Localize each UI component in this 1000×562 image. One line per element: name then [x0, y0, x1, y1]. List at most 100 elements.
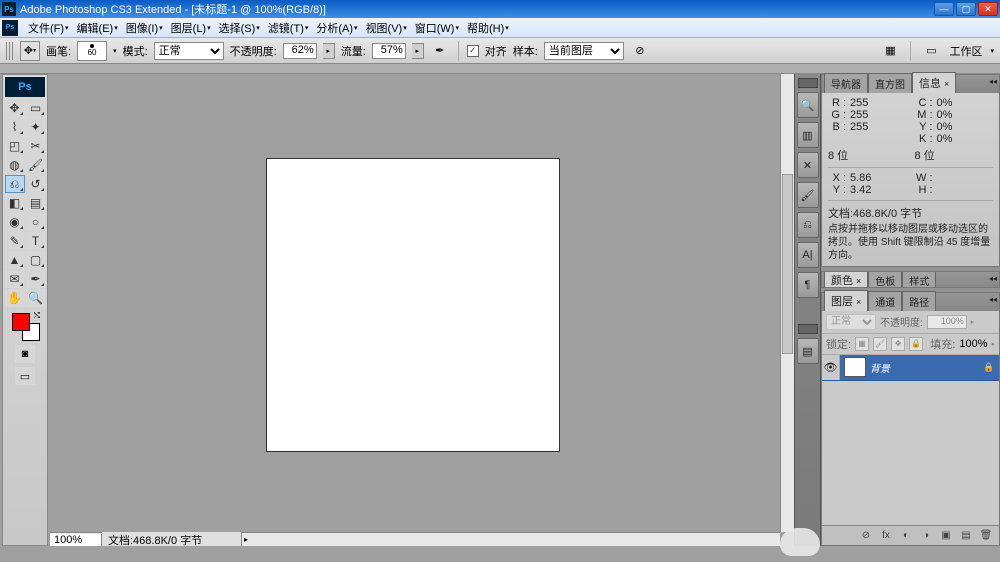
history-brush-tool[interactable]: ↺: [26, 175, 46, 193]
crop-tool[interactable]: ◰: [5, 137, 25, 155]
menu-edit[interactable]: 编辑(E)▾: [73, 18, 122, 38]
bridge-icon[interactable]: ▦: [880, 41, 900, 61]
adjustment-layer-icon[interactable]: ◑: [919, 528, 933, 542]
blur-tool[interactable]: ◉: [5, 213, 25, 231]
color-tab[interactable]: 颜色×: [824, 271, 868, 288]
status-menu-icon[interactable]: ▸: [242, 535, 250, 544]
dock-collapse-toggle[interactable]: [798, 78, 818, 88]
menu-select[interactable]: 选择(S)▾: [215, 18, 264, 38]
paths-tab[interactable]: 路径: [902, 291, 936, 311]
hand-tool[interactable]: ✋: [5, 289, 25, 307]
brush-tool[interactable]: 🖌: [26, 156, 46, 174]
type-tool[interactable]: T: [26, 232, 46, 250]
magic-wand-tool[interactable]: ✦: [26, 118, 46, 136]
brushes-mini-icon[interactable]: 🖌: [797, 182, 819, 208]
clone-source-mini-icon[interactable]: ⎌: [797, 212, 819, 238]
ignore-adjustment-icon[interactable]: ⊘: [630, 41, 650, 61]
menu-view[interactable]: 视图(V)▾: [362, 18, 411, 38]
menu-image[interactable]: 图像(I)▾: [122, 18, 167, 38]
menu-help[interactable]: 帮助(H)▾: [463, 18, 513, 38]
menu-window[interactable]: 窗口(W)▾: [411, 18, 463, 38]
layer-row[interactable]: 👁 背景 🔒: [822, 355, 999, 381]
swatches-tab[interactable]: 色板: [868, 271, 902, 288]
zoom-tool[interactable]: 🔍: [26, 289, 46, 307]
group-icon[interactable]: ▣: [939, 528, 953, 542]
maximize-button[interactable]: ▢: [956, 2, 976, 16]
layer-mask-icon[interactable]: ◐: [899, 528, 913, 542]
styles-tab[interactable]: 样式: [902, 271, 936, 288]
gradient-tool[interactable]: ▤: [26, 194, 46, 212]
swap-colors-icon[interactable]: ⤭: [34, 311, 40, 321]
character-mini-icon[interactable]: A|: [797, 242, 819, 268]
layer-visibility-icon[interactable]: 👁: [822, 355, 840, 380]
dodge-tool[interactable]: ○: [26, 213, 46, 231]
navigator-mini-icon[interactable]: 🔍: [797, 92, 819, 118]
tool-preset-picker[interactable]: ✥▾: [20, 41, 40, 61]
opacity-stepper[interactable]: ▸: [323, 43, 335, 59]
layer-comps-mini-icon[interactable]: ▤: [797, 338, 819, 364]
path-selection-tool[interactable]: ▲: [5, 251, 25, 269]
link-layers-icon[interactable]: ⊘: [859, 528, 873, 542]
quick-mask-icon[interactable]: ◙: [15, 345, 35, 363]
optionsbar-grip[interactable]: [6, 42, 14, 60]
document-canvas[interactable]: [266, 158, 560, 452]
healing-brush-tool[interactable]: ◍: [5, 156, 25, 174]
dock-collapse-toggle-2[interactable]: [798, 324, 818, 334]
flow-stepper[interactable]: ▸: [412, 43, 424, 59]
navigator-tab[interactable]: 导航器: [824, 73, 868, 93]
doc-size-status[interactable]: 文档:468.8K/0 字节: [102, 532, 242, 547]
slice-tool[interactable]: ✂: [26, 137, 46, 155]
screen-mode-standard-icon[interactable]: ▭: [15, 367, 35, 385]
minimize-button[interactable]: —: [934, 2, 954, 16]
menu-filter[interactable]: 滤镜(T)▾: [264, 18, 313, 38]
menu-layer[interactable]: 图层(L)▾: [167, 18, 215, 38]
menu-file[interactable]: 文件(F)▾: [24, 18, 73, 38]
airbrush-icon[interactable]: ✒: [430, 41, 450, 61]
brush-picker[interactable]: 60: [77, 41, 107, 61]
eyedropper-tool[interactable]: ✒: [26, 270, 46, 288]
marquee-tool[interactable]: ▭: [26, 99, 46, 117]
zoom-level[interactable]: 100%: [50, 534, 102, 546]
foreground-color[interactable]: [12, 313, 30, 331]
vertical-scrollbar[interactable]: [780, 74, 794, 532]
histogram-tab[interactable]: 直方图: [868, 73, 912, 93]
tools-mini-icon[interactable]: ✕: [797, 152, 819, 178]
sample-select[interactable]: 当前图层: [544, 42, 624, 60]
histogram-mini-icon[interactable]: ▥: [797, 122, 819, 148]
paragraph-mini-icon[interactable]: ¶: [797, 272, 819, 298]
workspace-dropdown-icon[interactable]: ▾: [990, 47, 994, 55]
pen-tool[interactable]: ✎: [5, 232, 25, 250]
lasso-tool[interactable]: ⌇: [5, 118, 25, 136]
shape-tool[interactable]: ▢: [26, 251, 46, 269]
close-button[interactable]: ✕: [978, 2, 998, 16]
layer-opacity-input[interactable]: 100%: [927, 315, 967, 329]
info-tab[interactable]: 信息×: [912, 72, 956, 93]
new-layer-icon[interactable]: ▤: [959, 528, 973, 542]
panel-collapse-icon[interactable]: ◂◂: [989, 274, 997, 283]
ps-logo-icon[interactable]: Ps: [5, 77, 45, 97]
panel-collapse-icon[interactable]: ◂◂: [989, 295, 997, 304]
lock-all-icon[interactable]: 🔒: [909, 337, 923, 351]
mode-select[interactable]: 正常: [154, 42, 224, 60]
delete-layer-icon[interactable]: 🗑: [979, 528, 993, 542]
layers-tab[interactable]: 图层×: [824, 290, 868, 311]
layer-style-icon[interactable]: fx: [879, 528, 893, 542]
brush-dropdown-icon[interactable]: ▾: [113, 47, 117, 55]
layer-name[interactable]: 背景: [870, 360, 983, 375]
flow-input[interactable]: 57%: [372, 43, 406, 59]
layer-fill-input[interactable]: 100%: [959, 338, 987, 350]
blend-mode-select[interactable]: 正常: [826, 314, 876, 330]
screen-mode-icon[interactable]: ▭: [921, 41, 941, 61]
layer-thumbnail[interactable]: [844, 357, 866, 377]
lock-position-icon[interactable]: ✥: [891, 337, 905, 351]
lock-image-icon[interactable]: 🖌: [873, 337, 887, 351]
menu-analysis[interactable]: 分析(A)▾: [312, 18, 361, 38]
opacity-input[interactable]: 62%: [283, 43, 317, 59]
eraser-tool[interactable]: ◧: [5, 194, 25, 212]
color-swatches[interactable]: ⤭: [10, 311, 40, 341]
channels-tab[interactable]: 通道: [868, 291, 902, 311]
lock-transparent-icon[interactable]: ▦: [855, 337, 869, 351]
notes-tool[interactable]: ✉: [5, 270, 25, 288]
panel-collapse-icon[interactable]: ◂◂: [989, 77, 997, 86]
move-tool[interactable]: ✥: [5, 99, 25, 117]
